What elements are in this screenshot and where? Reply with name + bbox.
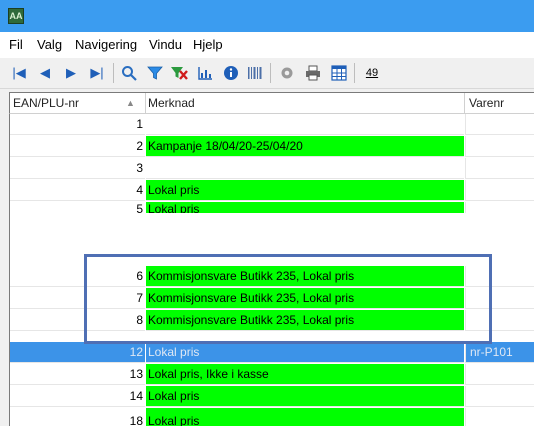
toolbar: |◀ ◀ ▶ ▶| 49 [0, 58, 534, 89]
table-icon[interactable] [330, 64, 348, 82]
varenr-cell[interactable] [465, 364, 534, 385]
varenr-cell[interactable] [465, 158, 534, 179]
menu-hjelp[interactable]: Hjelp [193, 37, 223, 52]
table-row[interactable]: 13 Lokal pris, Ikke i kasse [10, 364, 534, 386]
varenr-cell[interactable] [465, 288, 534, 309]
ean-cell[interactable]: 3 [10, 158, 145, 179]
column-separator[interactable] [464, 93, 465, 114]
ean-cell[interactable]: 7 [10, 288, 145, 309]
search-icon[interactable] [120, 64, 138, 82]
toolbar-extra-label[interactable]: 49 [360, 64, 384, 82]
merknad-cell[interactable]: Kommisjonsvare Butikk 235, Lokal pris [146, 266, 464, 287]
table-row[interactable]: 4 Lokal pris [10, 180, 534, 202]
settings-icon[interactable] [278, 64, 296, 82]
info-icon[interactable] [222, 64, 240, 82]
app-logo-icon: AA [8, 8, 24, 24]
column-separator[interactable] [145, 93, 146, 114]
merknad-cell[interactable]: Kommisjonsvare Butikk 235, Lokal pris [146, 310, 464, 331]
ean-cell[interactable]: 2 [10, 136, 145, 157]
varenr-cell[interactable] [465, 266, 534, 287]
varenr-cell[interactable] [465, 310, 534, 331]
last-record-icon[interactable]: ▶| [88, 64, 106, 82]
ean-cell[interactable]: 6 [10, 266, 145, 287]
clear-filter-icon[interactable] [170, 64, 188, 82]
ean-cell[interactable]: 1 [10, 114, 145, 135]
sort-ascending-icon: ▲ [126, 98, 135, 108]
varenr-cell[interactable] [465, 202, 534, 213]
ean-cell[interactable]: 4 [10, 180, 145, 201]
merknad-cell[interactable]: Lokal pris [146, 408, 464, 426]
toolbar-separator [113, 63, 114, 83]
toolbar-separator [354, 63, 355, 83]
chart-icon[interactable] [196, 64, 214, 82]
merknad-cell[interactable] [146, 114, 464, 135]
merknad-cell[interactable]: Kommisjonsvare Butikk 235, Lokal pris [146, 288, 464, 309]
column-header-varenr[interactable]: Varenr [469, 93, 504, 114]
column-header-merknad[interactable]: Merknad [148, 93, 195, 114]
previous-record-icon[interactable]: ◀ [36, 64, 54, 82]
table-row-selected[interactable]: 12 Lokal pris nr-P101 [10, 342, 534, 364]
ean-cell[interactable]: 18 [10, 408, 145, 426]
table-row[interactable]: 2 Kampanje 18/04/20-25/04/20 [10, 136, 534, 158]
ean-cell[interactable]: 8 [10, 310, 145, 331]
ean-cell[interactable]: 13 [10, 364, 145, 385]
table-row[interactable]: 5 Lokal pris [10, 202, 534, 213]
ean-cell[interactable]: 12 [10, 342, 145, 363]
table-row[interactable]: 7 Kommisjonsvare Butikk 235, Lokal pris [10, 288, 534, 310]
table-row[interactable]: 18 Lokal pris [10, 408, 534, 426]
next-record-icon[interactable]: ▶ [62, 64, 80, 82]
merknad-cell[interactable]: Lokal pris [146, 202, 464, 213]
table-row[interactable]: 1 [10, 114, 534, 136]
barcode-icon[interactable] [246, 64, 264, 82]
data-grid: 1 2 Kampanje 18/04/20-25/04/20 3 4 Lokal… [9, 114, 534, 426]
merknad-cell[interactable]: Lokal pris [146, 342, 464, 363]
column-header-ean[interactable]: EAN/PLU-nr [13, 93, 79, 114]
ean-cell[interactable]: 5 [10, 202, 145, 213]
merknad-cell[interactable] [146, 158, 464, 179]
varenr-cell[interactable] [465, 408, 534, 426]
merknad-cell[interactable]: Lokal pris [146, 180, 464, 201]
menu-fil[interactable]: Fil [9, 37, 23, 52]
title-bar: AA [0, 0, 534, 32]
first-record-icon[interactable]: |◀ [10, 64, 28, 82]
menu-navigering[interactable]: Navigering [75, 37, 137, 52]
varenr-cell[interactable] [465, 180, 534, 201]
varenr-cell[interactable]: nr-P101 [465, 342, 534, 363]
varenr-cell[interactable] [465, 136, 534, 157]
table-row[interactable]: 6 Kommisjonsvare Butikk 235, Lokal pris [10, 266, 534, 288]
varenr-cell[interactable] [465, 386, 534, 407]
menu-valg[interactable]: Valg [37, 37, 62, 52]
varenr-cell[interactable] [465, 114, 534, 135]
toolbar-separator [270, 63, 271, 83]
merknad-cell[interactable]: Lokal pris, Ikke i kasse [146, 364, 464, 385]
filter-icon[interactable] [146, 64, 164, 82]
table-row[interactable]: 8 Kommisjonsvare Butikk 235, Lokal pris [10, 310, 534, 332]
table-row-gap [10, 213, 534, 224]
print-icon[interactable] [304, 64, 322, 82]
ean-cell[interactable]: 14 [10, 386, 145, 407]
menu-bar: Fil Valg Navigering Vindu Hjelp [0, 32, 534, 58]
menu-vindu[interactable]: Vindu [149, 37, 182, 52]
table-header: EAN/PLU-nr ▲ Merknad Varenr [9, 92, 534, 114]
merknad-cell[interactable]: Kampanje 18/04/20-25/04/20 [146, 136, 464, 157]
table-row[interactable]: 14 Lokal pris [10, 386, 534, 408]
merknad-cell[interactable]: Lokal pris [146, 386, 464, 407]
table-row[interactable]: 3 [10, 158, 534, 180]
